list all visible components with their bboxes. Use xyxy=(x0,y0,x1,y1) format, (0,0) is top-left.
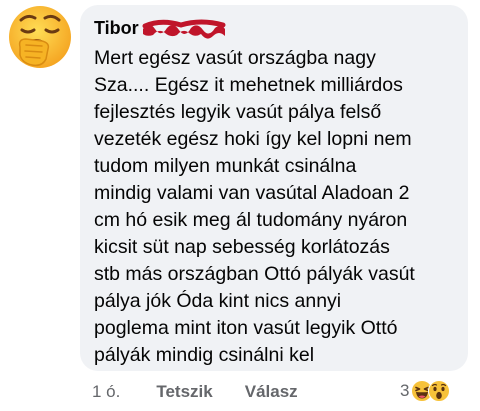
wow-icon xyxy=(428,380,451,402)
comment-actions: 1 ó. Tetszik Válasz xyxy=(92,378,298,406)
comment-timestamp[interactable]: 1 ó. xyxy=(92,382,120,402)
avatar[interactable] xyxy=(6,3,74,71)
reply-button[interactable]: Válasz xyxy=(245,382,298,402)
redaction-scribble xyxy=(142,19,226,39)
yawning-face-icon xyxy=(9,6,71,68)
comment-bubble: Tibor Mert egész vasút országba nagy Sza… xyxy=(80,5,468,371)
author-name[interactable]: Tibor xyxy=(94,18,139,39)
reaction-count: 3 xyxy=(400,381,410,400)
comment-text: Mert egész vasút országba nagy Sza.... E… xyxy=(94,47,415,366)
like-button[interactable]: Tetszik xyxy=(156,382,212,402)
comment-header: Tibor xyxy=(94,15,454,41)
reactions-summary[interactable]: 3 xyxy=(400,377,451,405)
comment-thread: Tibor Mert egész vasút országba nagy Sza… xyxy=(0,0,480,411)
